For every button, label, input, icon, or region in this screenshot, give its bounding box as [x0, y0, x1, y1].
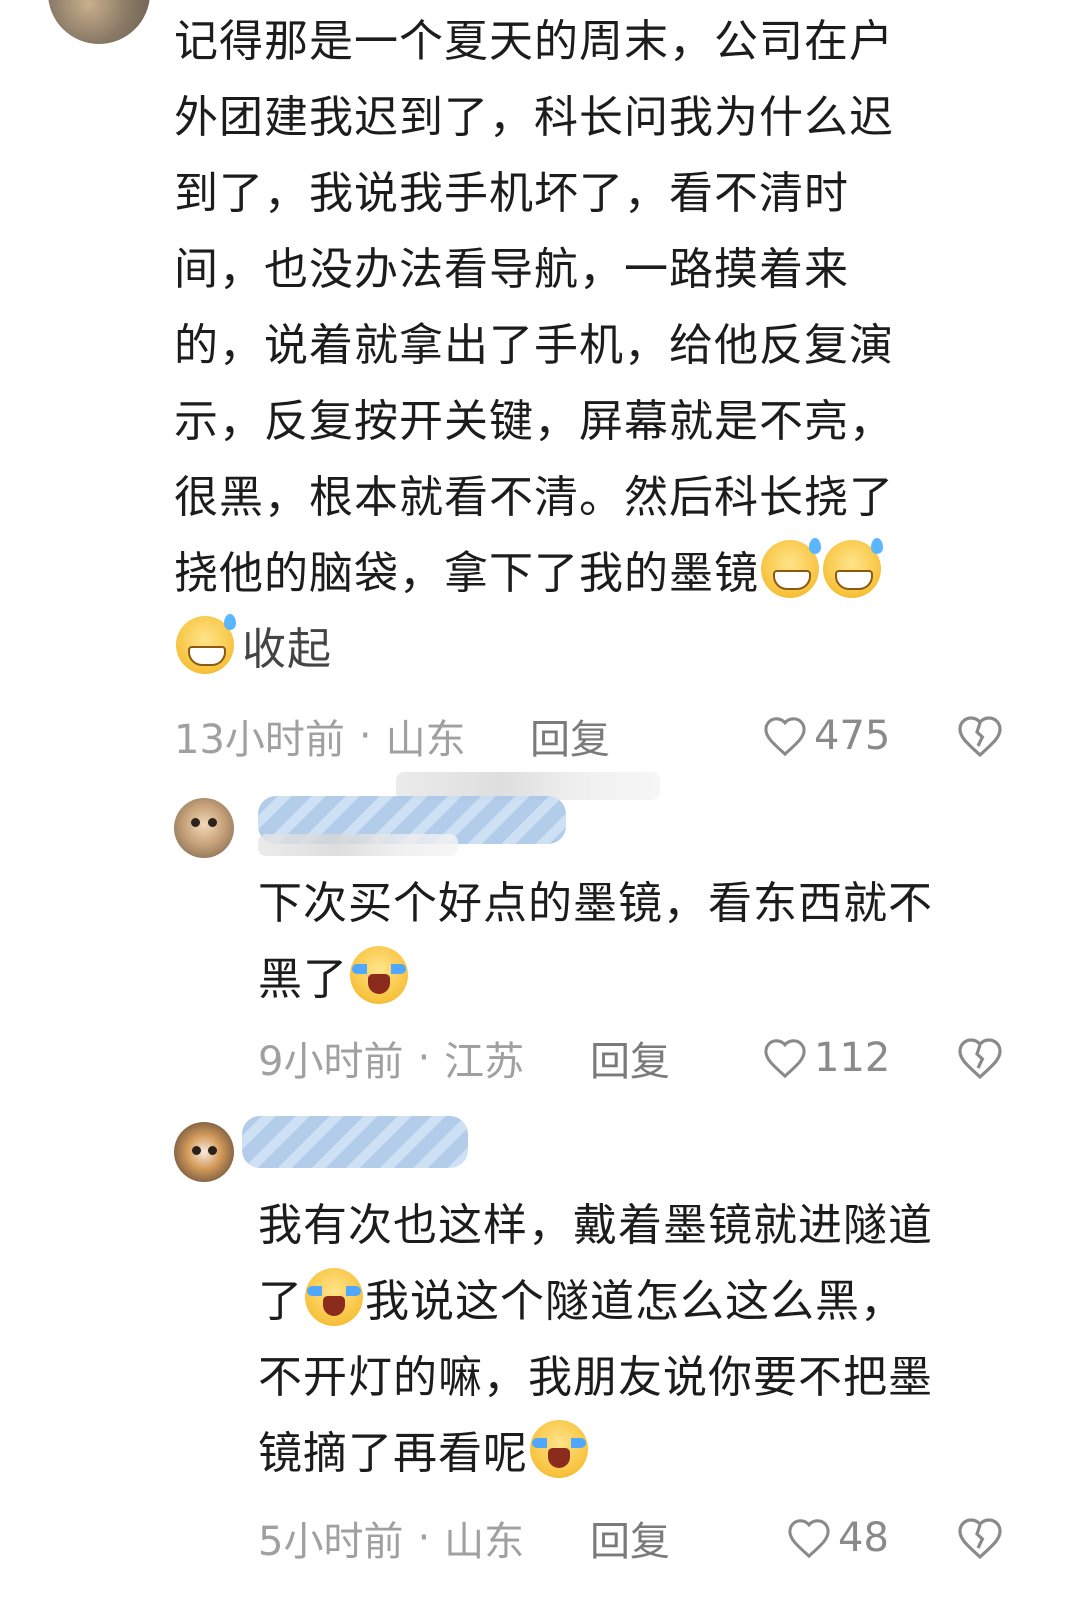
comment-line: 下次买个好点的墨镜，看东西就不 [258, 878, 933, 929]
comment-time: 13小时前 [174, 717, 345, 763]
comment-line: 间，也没办法看导航，一路摸着来 [174, 244, 849, 295]
crying-face-emoji [530, 1420, 588, 1478]
commenter-avatar[interactable] [48, 0, 150, 44]
comment-meta: 9小时前 · 江苏 [258, 1030, 524, 1086]
commenter-avatar[interactable] [174, 1122, 234, 1182]
comment-body: 我有次也这样，戴着墨镜就进隧道 了 我说这个隧道怎么这么黑， 不开灯的嘛，我朋友说… [258, 1188, 1018, 1492]
heart-icon [764, 717, 806, 757]
comment-meta: 5小时前 · 山东 [258, 1510, 524, 1566]
comment-line: 到了，我说我手机坏了，看不清时 [174, 168, 849, 219]
crying-face-emoji [350, 946, 408, 1004]
meta-separator: · [417, 1515, 431, 1561]
comment-line: 我有次也这样，戴着墨镜就进隧道 [258, 1200, 933, 1251]
comment-location: 山东 [444, 1519, 525, 1565]
like-count: 48 [838, 1515, 889, 1561]
meta-separator: · [358, 713, 372, 759]
meta-separator: · [417, 1035, 431, 1081]
comment-line: 的，说着就拿出了手机，给他反复演 [174, 320, 894, 371]
blurred-text [258, 834, 458, 856]
comment-location: 山东 [385, 717, 466, 763]
collapse-button[interactable]: 收起 [242, 624, 332, 675]
comment-line: 镜摘了再看呢 [258, 1428, 528, 1479]
like-count: 112 [814, 1035, 891, 1081]
reply-button[interactable]: 回复 [590, 1030, 670, 1086]
comment-time: 9小时前 [258, 1039, 404, 1085]
comment-line-last: 挠他的脑袋，拿下了我的墨镜 [174, 536, 1004, 612]
like-button[interactable]: 48 [786, 1510, 889, 1566]
comment-collapse-row: 收起 [174, 612, 1004, 688]
comment-body: 下次买个好点的墨镜，看东西就不 黑了 [258, 866, 1018, 1018]
comment-line: 了 [258, 1276, 303, 1327]
blurred-username [242, 1116, 468, 1168]
comment-body: 记得那是一个夏天的周末，公司在户 外团建我迟到了，科长问我为什么迟 到了，我说我… [174, 4, 1004, 688]
comment-line: 记得那是一个夏天的周末，公司在户 [174, 16, 894, 67]
comment-location: 江苏 [444, 1039, 525, 1085]
heart-icon [788, 1519, 830, 1559]
heart-icon [764, 1039, 806, 1079]
grinning-sweat-emoji [761, 538, 821, 598]
broken-heart-icon[interactable] [956, 712, 1004, 760]
comment-line: 黑了 [258, 954, 348, 1005]
reply-button[interactable]: 回复 [590, 1510, 670, 1566]
comment-line: 不开灯的嘛，我朋友说你要不把墨 [258, 1352, 933, 1403]
comment-line: 示，反复按开关键，屏幕就是不亮， [174, 396, 894, 447]
broken-heart-icon[interactable] [956, 1034, 1004, 1082]
comment-line-last: 黑了 [258, 942, 1018, 1018]
grinning-sweat-emoji [823, 538, 883, 598]
grinning-sweat-emoji [176, 614, 236, 674]
comment-line: 我说这个隧道怎么这么黑， [365, 1276, 905, 1327]
comment-line: 很黑，根本就看不清。然后科长挠了 [174, 472, 894, 523]
commenter-avatar[interactable] [174, 798, 234, 858]
comment-meta: 13小时前 · 山东 [174, 708, 466, 764]
comment-line: 外团建我迟到了，科长问我为什么迟 [174, 92, 894, 143]
broken-heart-icon[interactable] [956, 1514, 1004, 1562]
like-button[interactable]: 112 [762, 1030, 890, 1086]
like-count: 475 [814, 713, 891, 759]
crying-face-emoji [305, 1268, 363, 1326]
reply-button[interactable]: 回复 [530, 708, 610, 764]
comment-line: 挠他的脑袋，拿下了我的墨镜 [174, 548, 759, 599]
comment-line-mid: 了 我说这个隧道怎么这么黑， [258, 1264, 1018, 1340]
comment-line-last: 镜摘了再看呢 [258, 1416, 1018, 1492]
comment-time: 5小时前 [258, 1519, 404, 1565]
like-button[interactable]: 475 [762, 708, 890, 764]
